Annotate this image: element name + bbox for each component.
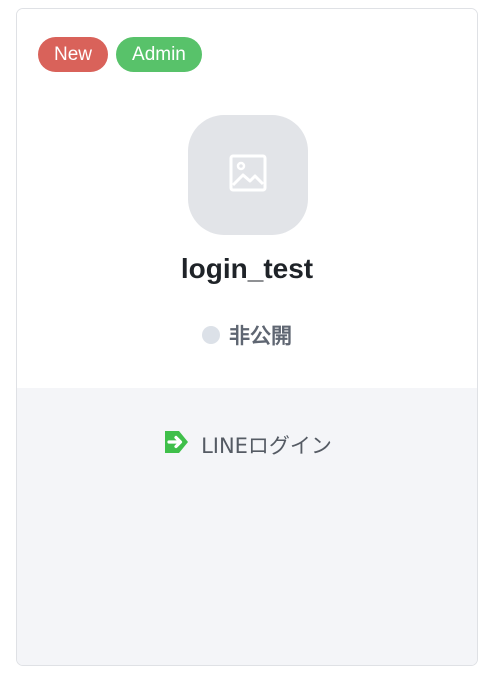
visibility-status: 非公開 (17, 320, 477, 350)
arrow-right-icon (162, 429, 190, 460)
feature-item-line-login: LINEログイン (17, 429, 477, 460)
card-header-section: New Admin login_test 非公開 (17, 9, 477, 388)
app-avatar (188, 115, 308, 235)
admin-badge: Admin (116, 37, 202, 72)
app-card[interactable]: New Admin login_test 非公開 LINEログイン (16, 8, 478, 666)
new-badge: New (38, 37, 109, 72)
status-dot-icon (202, 326, 220, 344)
badge-group: New Admin (38, 37, 202, 72)
status-label: 非公開 (229, 324, 292, 348)
image-placeholder-icon (229, 154, 267, 197)
feature-label: LINEログイン (201, 433, 332, 458)
app-name: login_test (180, 253, 314, 284)
